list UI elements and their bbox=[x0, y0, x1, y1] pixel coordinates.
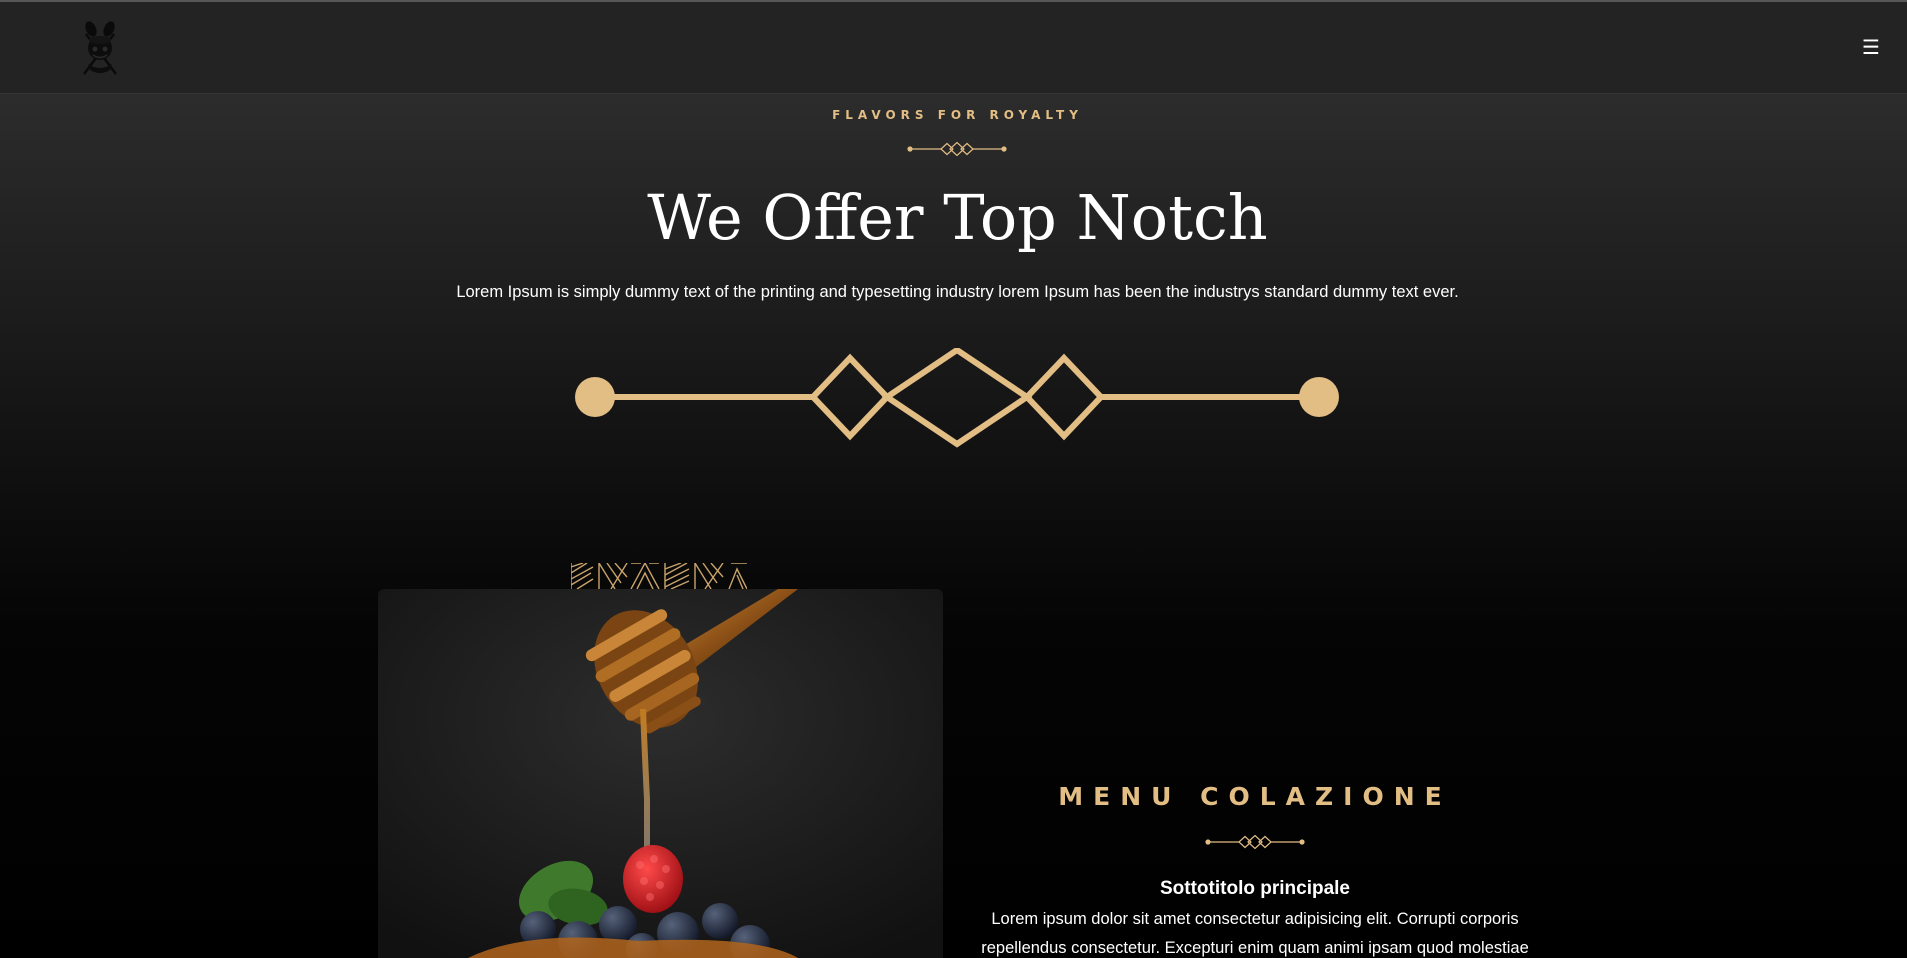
menu-section-title: MENU COLAZIONE bbox=[1058, 782, 1452, 811]
divider-ornament-icon bbox=[1205, 835, 1305, 849]
divider-ornament-icon bbox=[907, 142, 1007, 156]
hero-title: We Offer Top Notch bbox=[647, 181, 1268, 254]
chef-mascot-logo-icon[interactable] bbox=[78, 20, 122, 76]
large-divider-ornament-icon bbox=[575, 348, 1339, 448]
hero-description: Lorem Ipsum is simply dummy text of the … bbox=[456, 283, 1459, 301]
hero-eyebrow: FLAVORS FOR ROYALTY bbox=[832, 108, 1083, 122]
menu-subtitle: Sottotitolo principale bbox=[1160, 878, 1350, 899]
deco-pattern-icon bbox=[571, 563, 747, 589]
honey-dipper-berries-photo bbox=[378, 589, 943, 958]
navbar: ☰ bbox=[0, 2, 1907, 94]
page: ☰ FLAVORS FOR ROYALTY We Offer Top Notch… bbox=[0, 0, 1907, 958]
menu-description: Lorem ipsum dolor sit amet consectetur a… bbox=[981, 910, 1529, 957]
hamburger-menu-icon[interactable]: ☰ bbox=[1860, 32, 1882, 62]
